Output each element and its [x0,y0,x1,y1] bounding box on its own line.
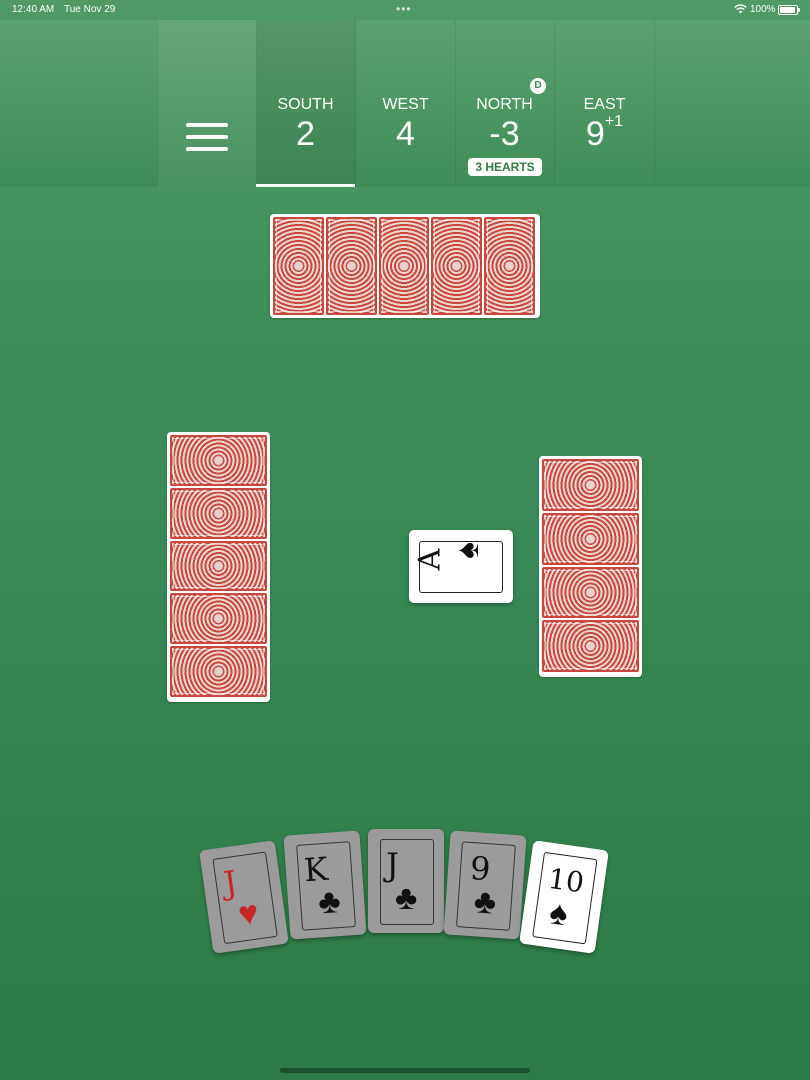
east-hand [539,456,642,677]
card-back [484,217,535,315]
status-bar: 12:40 AM Tue Nov 29 ••• 100% [0,0,810,20]
battery-icon [778,5,800,15]
card-rank: A [412,548,448,571]
club-icon: ♣ [395,879,418,917]
hand-card[interactable]: J ♣ [368,829,444,933]
multitasking-dots-icon[interactable]: ••• [396,2,412,16]
club-icon: ♣ [316,882,342,922]
card-back [431,217,483,315]
hamburger-icon-line [186,147,228,151]
hand-card[interactable]: J ♥ [199,840,289,954]
card-rank: 9 [468,848,492,889]
home-indicator[interactable] [280,1068,530,1073]
player-score: 4 [396,115,415,153]
played-card: A ♠ [409,530,513,603]
hamburger-icon [186,123,228,127]
active-player-indicator [256,184,355,187]
card-back [378,217,430,315]
card-back [542,512,639,565]
status-date: Tue Nov 29 [64,4,116,15]
wifi-icon [734,4,747,17]
player-west[interactable]: WEST 4 [356,20,456,187]
card-back [170,646,267,697]
player-name: EAST [583,96,626,113]
card-back [325,217,377,315]
player-name: WEST [382,96,429,113]
menu-button[interactable] [157,20,257,187]
card-back [170,487,267,539]
status-time: 12:40 AM [12,4,55,15]
hand-card[interactable]: 9 ♣ [443,830,527,940]
west-hand [167,432,270,702]
scoreboard-header: SOUTH 2 WEST 4 D NORTH -3 3 HEARTS EAST … [0,20,810,187]
spade-icon: ♠ [449,542,485,559]
card-rank: J [386,846,399,884]
bonus-points: +1 [604,113,624,130]
dealer-badge: D [530,78,546,94]
player-score: 9+1 [585,113,624,153]
card-back [542,566,639,619]
battery-percent: 100% [750,4,776,15]
player-name: SOUTH [277,96,334,113]
player-south[interactable]: SOUTH 2 [256,20,356,187]
bid-badge: 3 HEARTS [468,158,542,176]
hand-card[interactable]: 10 ♠ [519,840,609,954]
hamburger-icon-line [186,135,228,139]
club-icon: ♣ [472,882,498,922]
player-score: -3 [489,115,520,153]
card-back [542,459,639,511]
card-back [542,620,639,672]
card-rank: K [302,849,330,890]
card-back [170,593,267,645]
card-back [170,435,267,486]
north-hand [270,214,540,318]
player-north[interactable]: D NORTH -3 3 HEARTS [455,20,555,187]
card-back [273,217,324,315]
player-east[interactable]: EAST 9+1 [555,20,655,187]
card-back [170,540,267,592]
hand-card[interactable]: K ♣ [283,830,367,940]
player-name: NORTH [476,96,533,113]
player-score: 2 [296,115,315,153]
